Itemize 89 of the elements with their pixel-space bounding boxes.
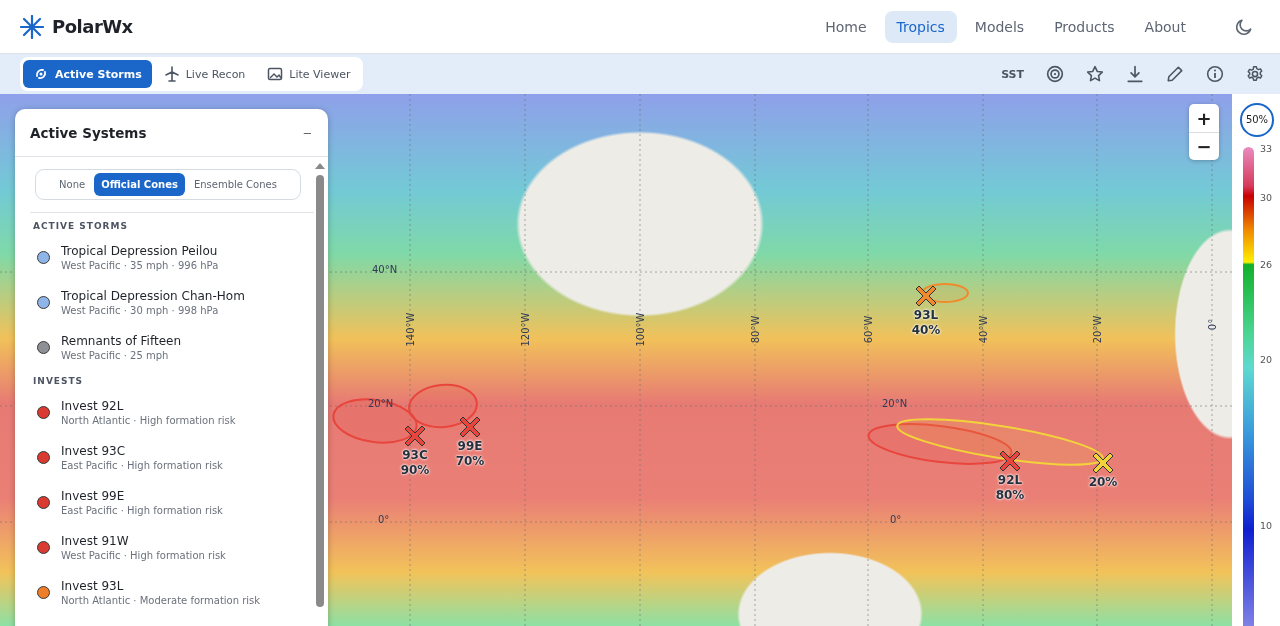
collapse-button[interactable]: –	[301, 123, 313, 142]
longitude-label: 40°W	[977, 314, 989, 346]
x-marker-icon[interactable]	[1091, 451, 1115, 475]
scale-value: 33	[1260, 142, 1273, 155]
download-icon[interactable]	[1126, 65, 1144, 83]
system-list-item[interactable]: Invest 93L North Atlantic · Moderate formation risk	[30, 570, 314, 615]
system-name: Invest 93L	[61, 579, 125, 593]
latitude-label: 20°N	[368, 398, 394, 409]
latitude-label: 20°N	[882, 398, 908, 409]
system-name: Tropical Depression Peilou	[61, 244, 219, 258]
formation-chance: 20%	[1088, 475, 1118, 490]
system-details: West Pacific · 35 mph · 996 hPa	[61, 260, 219, 271]
system-list-item[interactable]: Remnants of Fifteen West Pacific · 25 mph	[30, 325, 314, 370]
latitude-label: 0°	[378, 514, 390, 525]
settings-icon[interactable]	[1246, 65, 1264, 83]
panel-title: Active Systems	[30, 124, 147, 141]
scale-value: 26	[1260, 258, 1273, 271]
nav-link[interactable]: Home	[813, 10, 879, 43]
x-marker-icon[interactable]	[914, 284, 938, 308]
system-list-item[interactable]: Invest 93C East Pacific · High formation risk	[30, 435, 314, 480]
pencil-icon[interactable]	[1166, 65, 1184, 83]
invest-label: 92L	[997, 473, 1023, 488]
invest-label: 99E	[457, 439, 483, 454]
x-marker-icon[interactable]	[403, 424, 427, 448]
scale-value: 20	[1260, 353, 1273, 366]
latitude-label: 0°	[890, 514, 902, 525]
view-tab[interactable]: Active Storms	[23, 60, 152, 88]
nav-link[interactable]: About	[1132, 10, 1198, 43]
formation-chance: 80%	[995, 488, 1025, 503]
star-icon[interactable]	[1086, 65, 1104, 83]
cone-mode-option[interactable]: Ensemble Cones	[186, 173, 284, 196]
system-list-item[interactable]: Invest 92L North Atlantic · High formation risk	[30, 390, 314, 435]
system-name: Tropical Depression Chan-Hom	[61, 289, 245, 303]
system-details: West Pacific · 30 mph · 998 hPa	[61, 305, 220, 316]
formation-chance: 90%	[400, 463, 430, 478]
storm-icon	[33, 66, 49, 82]
cone-mode-option[interactable]: None	[52, 173, 93, 196]
brand-name[interactable]: PolarWx	[52, 16, 133, 37]
scrollbar-thumb[interactable]	[316, 175, 324, 607]
view-tab[interactable]: Live Recon	[153, 60, 256, 88]
system-name: Invest 92L	[61, 399, 125, 413]
longitude-label: 120°W	[519, 311, 531, 349]
x-marker-icon[interactable]	[458, 415, 482, 439]
invest-label: 93L	[913, 308, 939, 323]
snowflake-logo-icon	[20, 14, 44, 39]
system-details: East Pacific · High formation risk	[61, 460, 223, 471]
zoom-in-button[interactable]: +	[1189, 104, 1219, 132]
system-details: North Atlantic · Moderate formation risk	[61, 595, 261, 606]
section-heading: ACTIVE STORMS	[30, 212, 314, 235]
opacity-button[interactable]: 50%	[1240, 103, 1274, 137]
system-list-item[interactable]: Tropical Depression Peilou West Pacific · 35 mph · 996 hPa	[30, 235, 314, 280]
scroll-up-icon[interactable]	[315, 163, 325, 169]
nav-link[interactable]: Products	[1042, 10, 1127, 43]
info-icon[interactable]	[1206, 65, 1224, 83]
system-list-item[interactable]: Invest 91W West Pacific · High formation risk	[30, 525, 314, 570]
nav-link[interactable]: Models	[962, 10, 1037, 43]
system-name: Invest 91W	[61, 534, 130, 548]
system-details: North Atlantic · High formation risk	[61, 415, 236, 426]
x-marker-icon[interactable]	[998, 449, 1022, 473]
system-details: West Pacific · High formation risk	[61, 550, 226, 561]
system-list-item[interactable]: Invest 99E East Pacific · High formation risk	[30, 480, 314, 525]
longitude-label: 20°W	[1091, 314, 1103, 346]
system-name: Remnants of Fifteen	[61, 334, 182, 348]
system-list-item[interactable]: Tropical Depression Chan-Hom West Pacific · 30 mph · 998 hPa	[30, 280, 314, 325]
longitude-label: 80°W	[749, 314, 761, 346]
longitude-label: 100°W	[634, 311, 646, 349]
longitude-label: 0°	[1206, 317, 1218, 333]
invest-label: 93C	[402, 448, 428, 463]
system-details: West Pacific · 25 mph	[61, 350, 170, 361]
view-tab[interactable]: Lite Viewer	[257, 60, 361, 88]
scale-value: 10	[1260, 519, 1273, 532]
image-icon	[267, 66, 284, 82]
longitude-label: 60°W	[862, 314, 874, 346]
cone-mode-option[interactable]: Official Cones	[94, 173, 185, 196]
longitude-label: 140°W	[404, 311, 416, 349]
formation-chance: 40%	[911, 323, 941, 338]
layer-button[interactable]: SST	[1001, 67, 1024, 81]
section-heading: INVESTS	[32, 375, 85, 388]
formation-chance: 70%	[455, 454, 485, 469]
system-name: Invest 99E	[61, 489, 126, 503]
nav-link[interactable]: Tropics	[884, 10, 957, 43]
scale-value: 30	[1260, 191, 1273, 204]
latitude-label: 40°N	[372, 264, 398, 275]
system-details: East Pacific · High formation risk	[61, 505, 223, 516]
forecast-cone	[408, 383, 478, 429]
zoom-out-button[interactable]: −	[1189, 132, 1219, 160]
system-name: Invest 93C	[61, 444, 127, 458]
plane-icon	[163, 66, 180, 82]
target-icon[interactable]	[1046, 65, 1064, 83]
